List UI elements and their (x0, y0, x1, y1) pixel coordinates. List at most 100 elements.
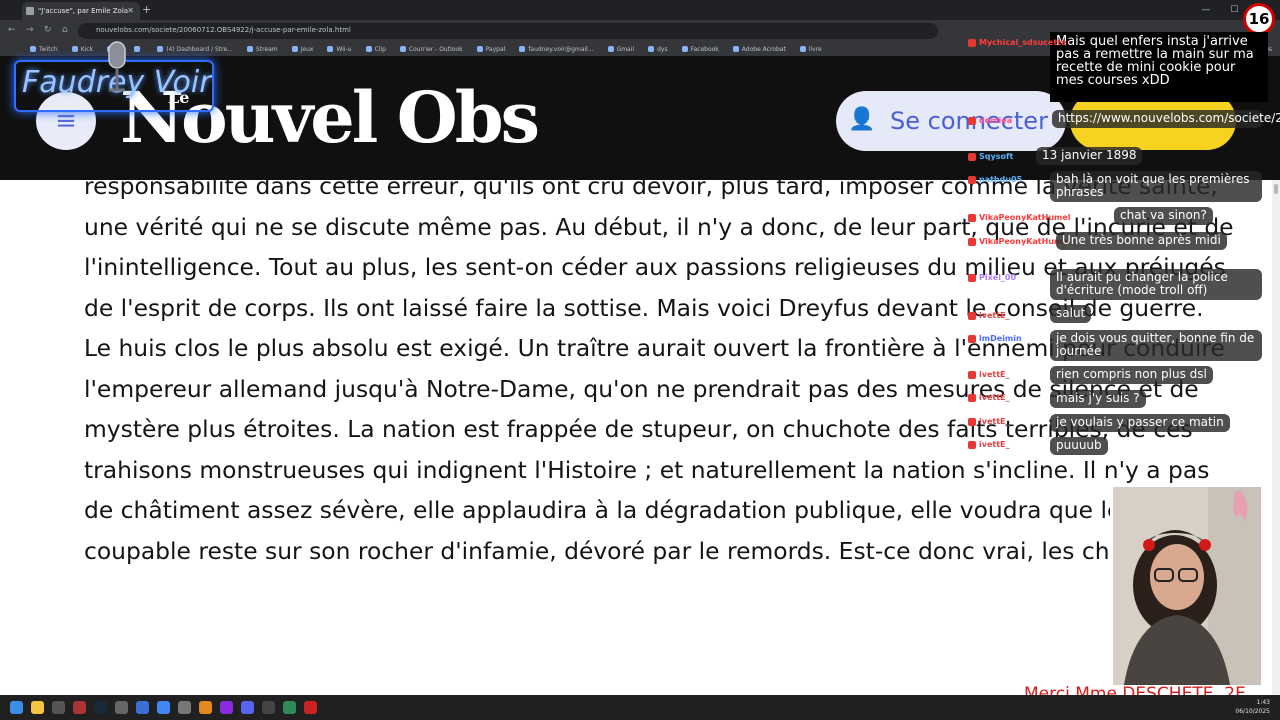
chat-message: puuuub (1050, 437, 1108, 455)
bookmark-label: Stream (255, 45, 278, 53)
bookmark-item[interactable]: Twitch (30, 46, 58, 53)
bookmark-item[interactable]: livre (799, 46, 822, 53)
chat-username-text: Pixel_00 (979, 273, 1017, 282)
bookmark-item[interactable]: Kick (71, 45, 94, 53)
chat-message: salut (1050, 305, 1092, 323)
bookmark-icon (732, 46, 739, 52)
bookmark-label: faudney.voir@gmail... (528, 45, 594, 53)
browser-tab[interactable]: "J'accuse", par Emile Zola ✕ (22, 2, 140, 20)
forward-icon[interactable]: → (26, 25, 34, 35)
chat-message: Une très bonne après midi (1056, 232, 1227, 250)
chat-username[interactable]: Pixel_00 (968, 273, 1016, 282)
app-icon[interactable] (283, 701, 296, 714)
bookmark-item[interactable]: Gmail (607, 46, 634, 53)
chat-username[interactable]: ivettE_ (968, 370, 1010, 379)
app-icon[interactable] (262, 701, 275, 714)
bookmark-icon (291, 46, 298, 52)
bookmark-icon (30, 46, 36, 52)
app-icon[interactable] (52, 701, 65, 714)
app-icon[interactable] (73, 701, 86, 714)
chat-badge-icon (968, 237, 976, 246)
home-icon[interactable]: ⌂ (62, 25, 68, 35)
chat-username[interactable]: Mychical_sdsucette (968, 38, 1066, 47)
chat-badge-icon (968, 213, 976, 222)
obs-icon[interactable] (304, 701, 317, 714)
bookmark-label: (4) Dashboard / Stre... (166, 45, 233, 53)
bookmark-icon (681, 46, 688, 52)
bookmark-icon (519, 46, 526, 52)
bookmark-label: Adobe Acrobat (741, 45, 786, 53)
chrome-icon[interactable] (157, 701, 170, 714)
chat-badge-icon (968, 393, 976, 402)
tab-title: "J'accuse", par Emile Zola (38, 7, 129, 15)
app-icon[interactable] (136, 701, 149, 714)
bookmark-item[interactable] (134, 46, 143, 52)
chat-username[interactable]: ivettE_ (968, 440, 1010, 449)
bookmark-icon (365, 46, 372, 52)
bookmark-icon (134, 46, 141, 52)
chat-username[interactable]: domiea (968, 116, 1012, 125)
microphone-icon (108, 41, 126, 92)
user-icon: 👤 (848, 107, 876, 132)
bookmark-icon (607, 46, 614, 52)
close-tab-icon[interactable]: ✕ (127, 6, 134, 15)
app-icon[interactable] (178, 701, 191, 714)
chat-message: je dois vous quitter, bonne fin de journ… (1050, 330, 1262, 361)
bookmark-item[interactable]: Courrier - Outlook (399, 45, 463, 53)
bookmark-item[interactable]: Facebook (681, 45, 719, 53)
bookmark-label: Paypal (485, 45, 506, 53)
bookmark-item[interactable]: Stream (246, 45, 278, 53)
chat-badge-icon (968, 370, 976, 379)
chat-badge-icon (968, 152, 976, 161)
chat-username-text: ivettE_ (979, 440, 1010, 449)
explorer-icon[interactable] (31, 701, 44, 714)
app-icon[interactable] (115, 701, 128, 714)
url-field[interactable]: nouvelobs.com/societe/20060712.OBS4922/j… (78, 23, 938, 39)
bookmark-label: Kick (80, 45, 94, 53)
bookmark-label: Clip (374, 45, 386, 53)
bookmark-label: dys (657, 45, 668, 53)
chat-username-text: lmDeimin (979, 334, 1022, 343)
back-icon[interactable]: ← (8, 25, 16, 35)
bookmark-label: Courrier - Outlook (408, 45, 463, 53)
chat-username[interactable]: ivettE_ (968, 393, 1010, 402)
app-icon[interactable] (199, 701, 212, 714)
bookmark-icon (648, 46, 655, 52)
bookmark-item[interactable]: (4) Dashboard / Stre... (157, 46, 233, 53)
chat-username-text: ivettE_ (979, 370, 1010, 379)
system-clock: 1:43 06/10/2025 (1235, 698, 1270, 716)
chat-username[interactable]: ivettE_ (968, 417, 1010, 426)
chat-username-text: Sqysoft (979, 152, 1014, 161)
clock-time: 1:43 (1256, 699, 1270, 706)
chat-username[interactable]: VikaPeonyKatHumel (968, 213, 1071, 222)
webcam-overlay (1110, 484, 1264, 688)
start-icon[interactable] (10, 701, 23, 714)
bookmark-icon (799, 46, 806, 52)
bookmark-item[interactable]: Jeux (291, 46, 313, 53)
chat-username-text: Mychical_sdsucette (979, 38, 1067, 47)
bookmark-item[interactable]: Clip (365, 45, 386, 53)
chat-username[interactable]: nathdu05 (968, 175, 1022, 184)
clock-date: 06/10/2025 (1235, 708, 1270, 715)
new-tab-button[interactable]: + (142, 3, 151, 16)
bookmark-item[interactable]: Adobe Acrobat (732, 45, 786, 53)
bookmark-icon (157, 46, 164, 52)
chat-username-text: ivettE_ (979, 311, 1010, 320)
discord-icon[interactable] (241, 701, 254, 714)
chat-username[interactable]: ivettE_ (968, 311, 1010, 320)
reload-icon[interactable]: ↻ (44, 25, 52, 35)
bookmark-item[interactable]: Wii-u (327, 46, 352, 53)
steam-icon[interactable] (94, 701, 107, 714)
bookmark-item[interactable]: faudney.voir@gmail... (519, 45, 594, 53)
bookmark-item[interactable]: dys (648, 46, 668, 53)
bookmark-icon (71, 46, 78, 52)
chat-username[interactable]: Sqysoft (968, 152, 1013, 161)
chat-username-text: ivettE_ (979, 417, 1010, 426)
bookmark-icon (327, 46, 334, 52)
chat-message: bah là on voit que les premières phrases (1050, 171, 1262, 202)
bookmark-item[interactable]: Paypal (476, 45, 506, 53)
app-icon[interactable] (220, 701, 233, 714)
chat-username-text: VikaPeonyKatHumel (979, 213, 1071, 222)
chat-username[interactable]: lmDeimin (968, 334, 1022, 343)
bookmark-label: Facebook (690, 45, 719, 53)
